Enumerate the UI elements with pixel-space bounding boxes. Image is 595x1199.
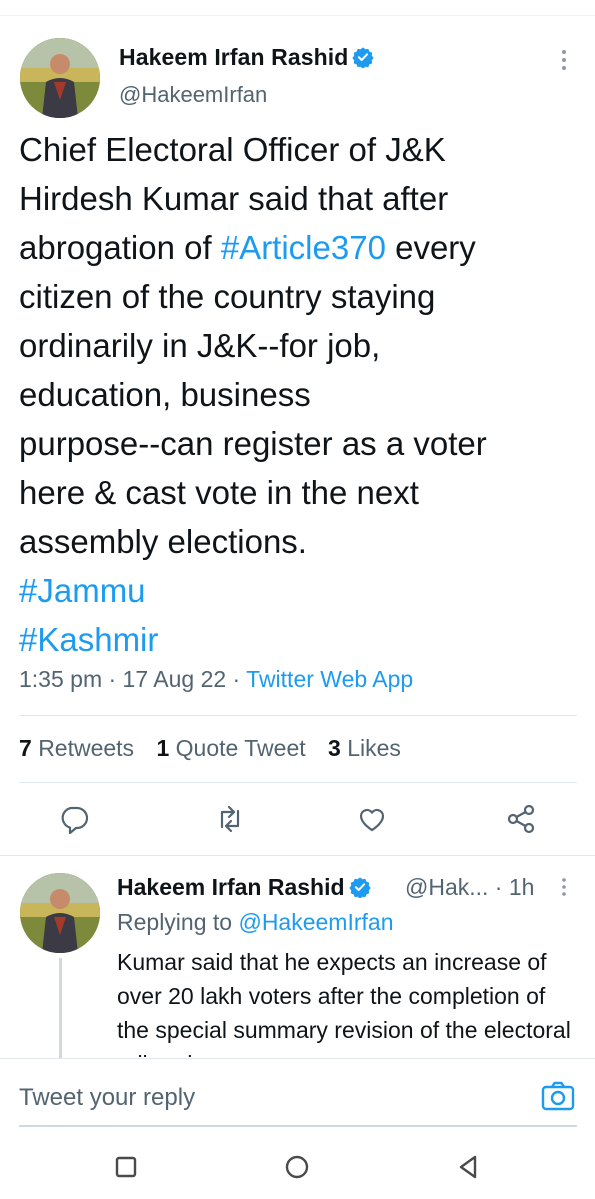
retweet-icon[interactable]: [214, 803, 246, 835]
more-vertical-icon[interactable]: [557, 875, 571, 899]
hashtag-link[interactable]: #Article370: [221, 229, 386, 266]
tweet-meta: 1:35 pm · 17 Aug 22 · Twitter Web App: [19, 666, 413, 693]
reply-text: Kumar said that he expects an increase o…: [117, 949, 571, 1057]
input-underline: [19, 1125, 577, 1127]
author-name-text[interactable]: Hakeem Irfan Rashid: [119, 44, 348, 70]
verified-badge-icon: [352, 47, 375, 68]
home-icon[interactable]: [284, 1154, 310, 1180]
tweet-text: Chief Electoral Officer of J&K Hirdesh K…: [19, 125, 584, 664]
likes-stat[interactable]: 3 Likes: [328, 735, 401, 761]
replying-prefix: Replying to: [117, 909, 239, 935]
author-handle[interactable]: @HakeemIrfan: [119, 82, 267, 108]
tweet-source-link[interactable]: Twitter Web App: [246, 666, 413, 692]
tweet-text-segment: every citizen of the country staying ord…: [19, 229, 487, 560]
heart-icon[interactable]: [356, 803, 388, 835]
author-name[interactable]: Hakeem Irfan Rashid: [119, 44, 375, 71]
author-avatar[interactable]: [20, 38, 100, 118]
divider: [19, 782, 577, 783]
verified-badge-icon: [348, 877, 371, 898]
reply-input[interactable]: Tweet your reply: [19, 1084, 195, 1112]
replying-mention-link[interactable]: @HakeemIrfan: [238, 909, 393, 935]
avatar-photo: [20, 873, 100, 953]
recent-apps-icon[interactable]: [113, 1154, 139, 1180]
quotes-count: 1: [156, 735, 170, 761]
reply-handle-time[interactable]: @Hak... · 1h: [405, 874, 534, 901]
tweet-timestamp[interactable]: 1:35 pm · 17 Aug 22 ·: [19, 666, 246, 692]
more-vertical-icon[interactable]: [556, 45, 572, 75]
reply-author-name[interactable]: Hakeem Irfan Rashid: [117, 874, 371, 901]
reply-icon[interactable]: [58, 803, 90, 835]
quotes-label: Quote Tweet: [175, 735, 306, 761]
likes-label: Likes: [347, 735, 401, 761]
reply-author-name-text[interactable]: Hakeem Irfan Rashid: [117, 874, 345, 900]
section-divider: [0, 855, 595, 856]
thread-line: [59, 958, 62, 1058]
hashtag-link[interactable]: #Kashmir: [19, 621, 158, 658]
replying-to: Replying to @HakeemIrfan: [117, 909, 393, 936]
reply-author-avatar[interactable]: [20, 873, 100, 953]
back-icon[interactable]: [455, 1154, 481, 1180]
avatar-photo: [20, 38, 100, 118]
top-edge: [0, 0, 595, 16]
divider: [19, 715, 577, 716]
camera-icon[interactable]: [541, 1080, 575, 1112]
quote-tweets-stat[interactable]: 1 Quote Tweet: [156, 735, 305, 761]
tweet-stats: 7 Retweets 1 Quote Tweet 3 Likes: [19, 735, 417, 762]
share-icon[interactable]: [505, 803, 537, 835]
hashtag-link[interactable]: #Jammu: [19, 572, 146, 609]
retweets-count: 7: [19, 735, 32, 761]
retweets-label: Retweets: [38, 735, 135, 761]
likes-count: 3: [328, 735, 341, 761]
retweets-stat[interactable]: 7 Retweets: [19, 735, 134, 761]
